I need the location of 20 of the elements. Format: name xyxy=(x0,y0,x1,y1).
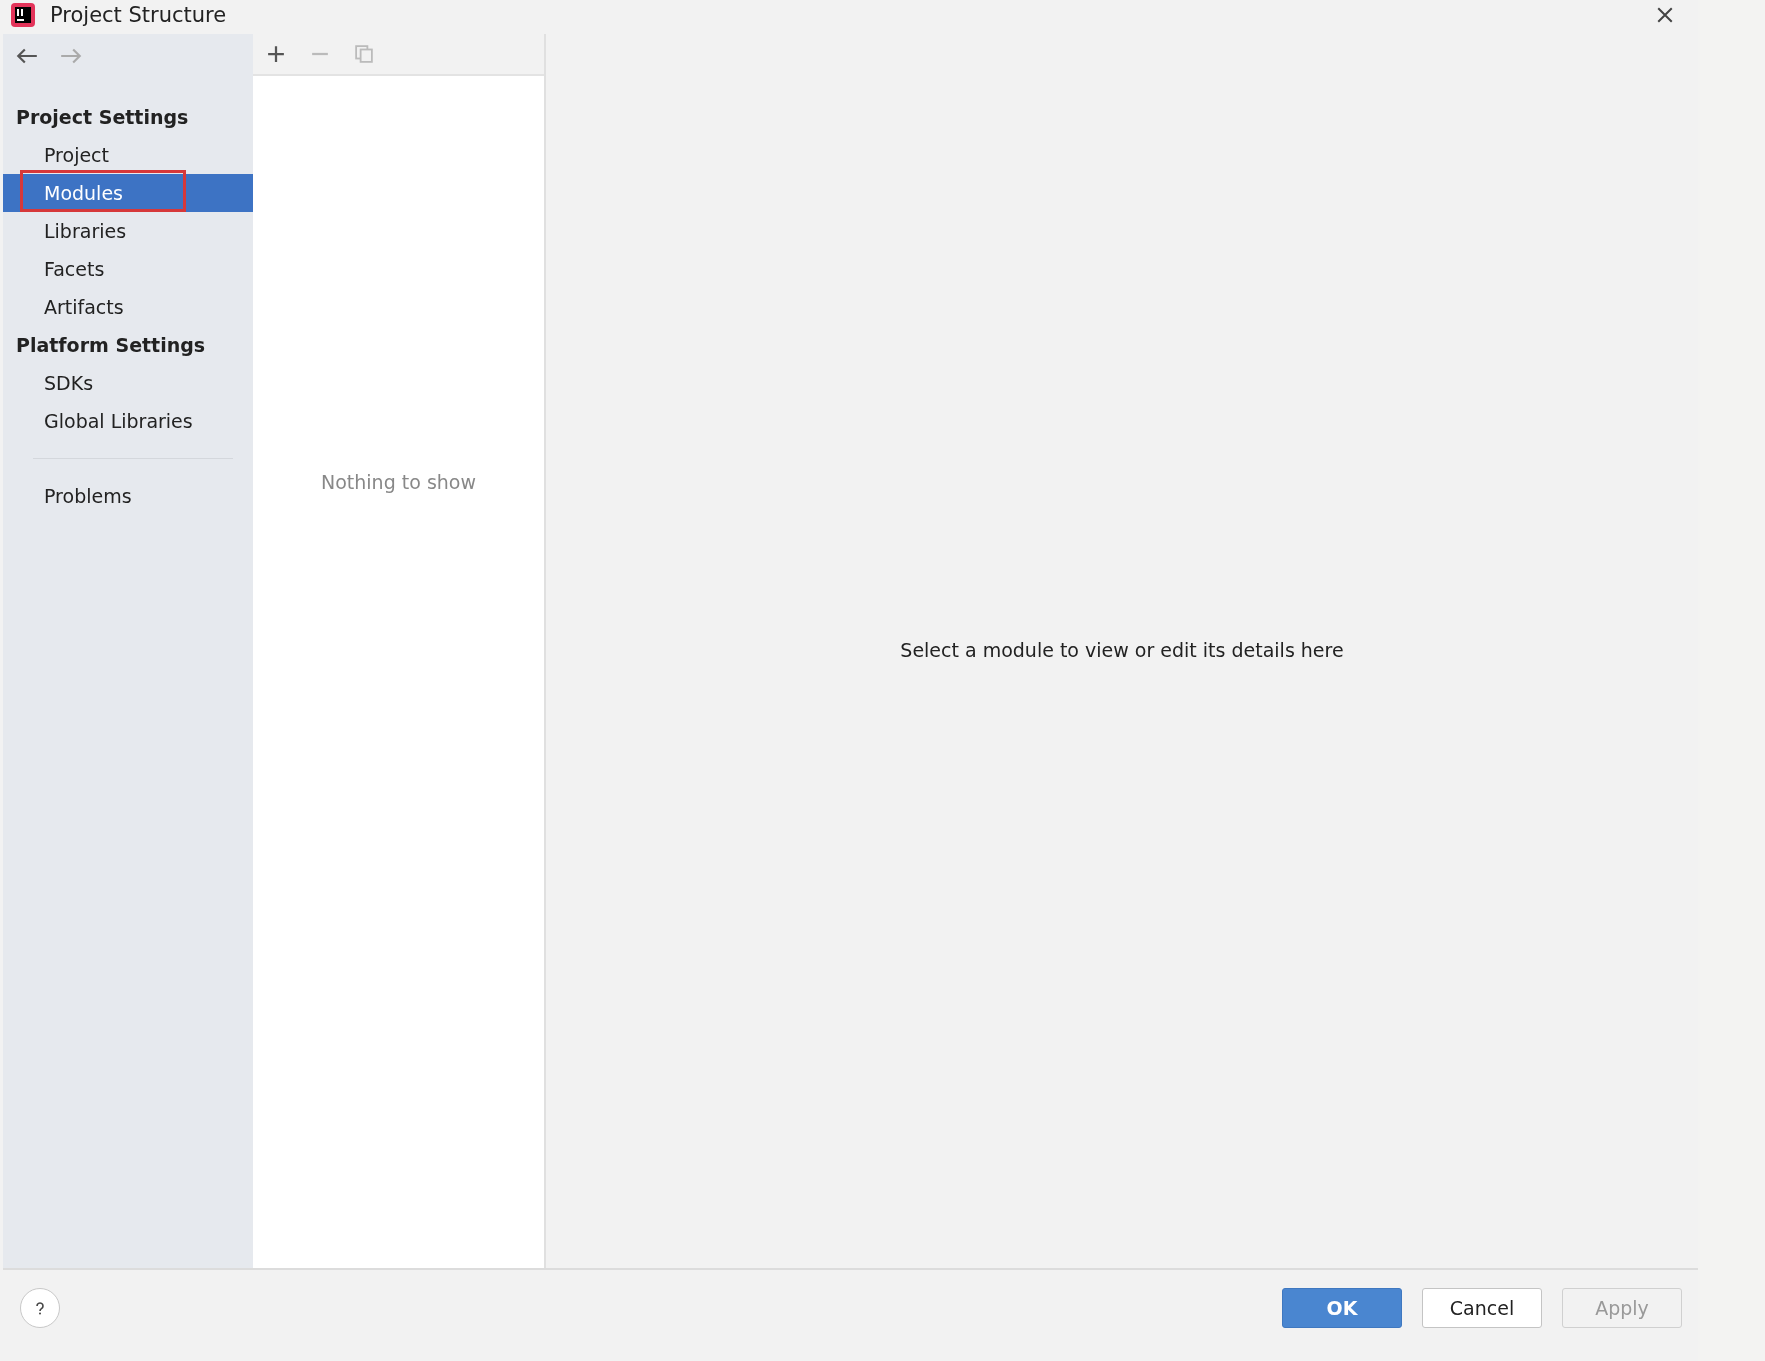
sidebar-item[interactable]: Global Libraries xyxy=(3,402,253,440)
back-arrow-icon[interactable] xyxy=(15,47,39,65)
section-header: Platform Settings xyxy=(15,333,207,358)
close-icon[interactable] xyxy=(1656,6,1674,24)
help-button[interactable] xyxy=(20,1288,60,1328)
window-title: Project Structure xyxy=(50,3,227,27)
sidebar-item[interactable]: Libraries xyxy=(3,212,253,250)
plus-icon[interactable] xyxy=(267,45,285,63)
empty-list-text: Nothing to show xyxy=(321,471,476,495)
section-header: Project Settings xyxy=(15,105,190,130)
forward-arrow-icon[interactable] xyxy=(59,47,83,65)
app-logo-icon xyxy=(10,2,36,28)
dialog-button[interactable]: OK xyxy=(1282,1288,1402,1328)
sidebar-item[interactable]: Facets xyxy=(3,250,253,288)
sidebar-item[interactable]: Problems xyxy=(3,477,253,515)
details-message: Select a module to view or edit its details here xyxy=(900,639,1344,663)
sidebar-item[interactable]: Project xyxy=(3,136,253,174)
dialog-button[interactable]: Cancel xyxy=(1422,1288,1542,1328)
sidebar-item[interactable]: SDKs xyxy=(3,364,253,402)
sidebar-item[interactable]: Artifacts xyxy=(3,288,253,326)
